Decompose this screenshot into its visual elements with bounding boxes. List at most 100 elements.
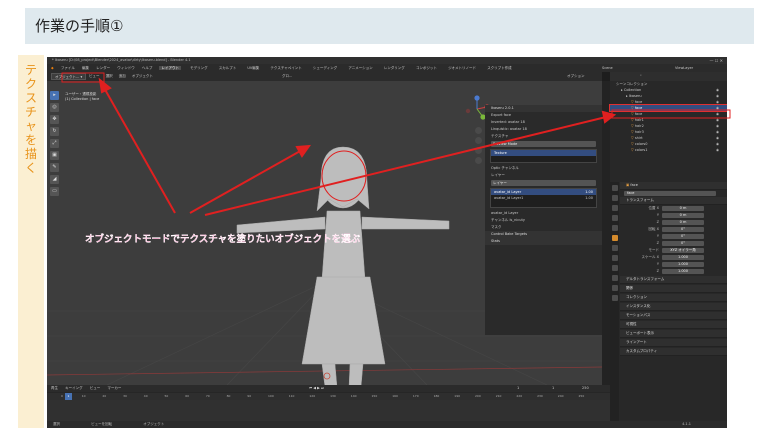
workspace-tab-texture-paint[interactable]: テクスチャペイント — [268, 66, 303, 70]
property-section[interactable]: ビューポート表示 — [620, 330, 727, 338]
workspace-tab-scripting[interactable]: スクリプト作成 — [485, 66, 514, 70]
workspace-tab-uv[interactable]: UV編集 — [245, 66, 261, 70]
render-tab-icon[interactable] — [611, 195, 618, 201]
world-tab-icon[interactable] — [611, 225, 618, 231]
addon-row[interactable]: チャンネル Is_nicuty — [485, 217, 602, 224]
cursor-tool[interactable]: ◎ — [50, 103, 59, 112]
rotate-tool[interactable]: ↻ — [50, 127, 59, 136]
transform-field-value[interactable]: 0° — [662, 227, 704, 232]
property-section[interactable]: デルタトランスフォーム — [620, 276, 727, 284]
transform-field-value[interactable]: 0° — [662, 241, 704, 246]
blender-logo-icon[interactable]: ◆ — [51, 66, 54, 70]
window-controls[interactable]: — ☐ ✕ — [710, 57, 723, 64]
transform-field-value[interactable]: 0 m — [662, 220, 704, 225]
layer-list[interactable]: avatar_id Layer 1.00 avatar_id Layer1 1.… — [490, 188, 597, 208]
transform-field-value[interactable]: 1.000 — [662, 269, 704, 274]
addon-row[interactable]: テクスチャ — [485, 133, 602, 140]
menu-edit[interactable]: 編集 — [82, 66, 89, 70]
transform-section[interactable]: トランスフォーム — [620, 197, 727, 205]
layers-mode-field[interactable]: レイヤー — [491, 180, 596, 186]
property-section[interactable]: カスタムプロパティ — [620, 348, 727, 356]
viewport-menu-add[interactable]: 追加 — [119, 74, 126, 78]
preview-mode-field[interactable]: Preview Mode — [491, 141, 596, 147]
modifier-tab-icon[interactable] — [611, 245, 618, 251]
addon-row[interactable]: Linquistic: avatar 18 — [485, 126, 602, 133]
timeline-menu-marker[interactable]: マーカー — [107, 386, 121, 390]
outliner-item[interactable]: ▽ colors1 ◉ — [610, 147, 727, 153]
addon-row[interactable]: マスク — [485, 224, 602, 231]
viewport-menu-view[interactable]: ビュー — [89, 74, 100, 78]
workspace-tab-compositing[interactable]: コンポジット — [414, 66, 439, 70]
tool-tab-icon[interactable] — [611, 185, 618, 191]
particles-tab-icon[interactable] — [611, 255, 618, 261]
workspace-tab-shading[interactable]: シェーディング — [311, 66, 339, 70]
scene-tab-icon[interactable] — [611, 215, 618, 221]
workspace-tab-rendering[interactable]: レンダリング — [382, 66, 407, 70]
transform-field-value[interactable]: 0 m — [662, 206, 704, 211]
timeline-menu-playback[interactable]: 再生 — [51, 386, 58, 390]
viewport-menu-select[interactable]: 選択 — [106, 74, 113, 78]
add-cube-tool[interactable]: ▭ — [50, 187, 59, 196]
constraints-tab-icon[interactable] — [611, 275, 618, 281]
addon-row[interactable]: Export face — [485, 112, 602, 119]
transform-tool[interactable]: ▣ — [50, 151, 59, 160]
grid-icon[interactable] — [475, 157, 482, 164]
scene-selector[interactable]: Scene — [602, 64, 613, 72]
workspace-tab-sculpt[interactable]: スカルプト — [217, 66, 239, 70]
viewport-menu-object[interactable]: オブジェクト — [132, 74, 153, 78]
transform-field-value[interactable]: 1.000 — [662, 262, 704, 267]
camera-icon[interactable] — [475, 147, 482, 154]
property-section[interactable]: ラインアート — [620, 339, 727, 347]
annotate-tool[interactable]: ✎ — [50, 163, 59, 172]
addon-row[interactable]: レイヤー — [485, 172, 602, 179]
timeline-body[interactable] — [47, 400, 610, 421]
property-section[interactable]: インスタンス化 — [620, 303, 727, 311]
property-section[interactable]: モーションパス — [620, 312, 727, 320]
menu-window[interactable]: ウィンドウ — [117, 66, 135, 70]
addon-row[interactable]: Inverted: avatar 18 — [485, 119, 602, 126]
current-frame-field[interactable]: 1 — [517, 385, 519, 392]
search-icon[interactable]: ⌕ — [640, 73, 642, 77]
workspace-tab-animation[interactable]: アニメーション — [346, 66, 374, 70]
start-frame-field[interactable]: 1 — [552, 385, 554, 392]
property-section[interactable]: 関係 — [620, 285, 727, 293]
object-tab-icon[interactable] — [611, 235, 618, 241]
end-frame-field[interactable]: 250 — [582, 385, 589, 392]
scale-tool[interactable]: ⤢ — [50, 139, 59, 148]
transform-field-value[interactable]: 0 m — [662, 213, 704, 218]
transform-orientation[interactable]: グロ... — [282, 72, 292, 81]
addon-row[interactable]: Optic チャンネル — [485, 165, 602, 172]
view-layer-selector[interactable]: ViewLayer — [675, 64, 693, 72]
property-section[interactable]: コレクション — [620, 294, 727, 302]
addon-row[interactable]: avatar_id Layer — [485, 210, 602, 217]
menu-render[interactable]: レンダー — [96, 66, 110, 70]
character-model[interactable] — [217, 129, 467, 385]
transform-field-value[interactable]: 0° — [662, 234, 704, 239]
pan-hand-icon[interactable] — [475, 137, 482, 144]
property-section[interactable]: 可視性 — [620, 321, 727, 329]
mode-selector[interactable]: オブジェクト... ▾ — [51, 73, 87, 80]
timeline-menu-view[interactable]: ビュー — [90, 386, 101, 390]
move-tool[interactable]: ✥ — [50, 115, 59, 124]
select-tool[interactable]: ▸ — [50, 91, 59, 100]
menu-help[interactable]: ヘルプ — [142, 66, 153, 70]
data-tab-icon[interactable] — [611, 285, 618, 291]
transform-field-value[interactable]: XYZ オイラー角 — [662, 248, 704, 253]
visibility-eye-icon[interactable]: ◉ — [716, 147, 719, 153]
viewport-options[interactable]: オプション — [567, 72, 585, 81]
measure-tool[interactable]: ◢ — [50, 175, 59, 184]
playback-controls[interactable]: ⏮ ◀ ▶ ⏭ — [309, 385, 324, 392]
workspace-tab-layout[interactable]: レイアウト — [159, 66, 181, 70]
menu-file[interactable]: ファイル — [61, 66, 75, 70]
texture-list[interactable]: Texture — [490, 149, 597, 163]
timeline-ruler[interactable]: 0 10 20 30 40 50 60 70 80 90 100 110 120 130 140 150 160… — [47, 393, 610, 400]
output-tab-icon[interactable] — [611, 205, 618, 211]
addon-section[interactable]: Control Bake Targets — [485, 231, 602, 238]
material-tab-icon[interactable] — [611, 295, 618, 301]
workspace-tab-geometry-nodes[interactable]: ジオメトリノード — [446, 66, 478, 70]
sidebar-tabs[interactable] — [602, 81, 610, 385]
object-name-field[interactable]: face — [624, 191, 716, 196]
timeline-menu-keying[interactable]: キーイング — [65, 386, 83, 390]
workspace-tab-modeling[interactable]: モデリング — [188, 66, 210, 70]
addon-section[interactable]: Stats — [485, 238, 602, 245]
